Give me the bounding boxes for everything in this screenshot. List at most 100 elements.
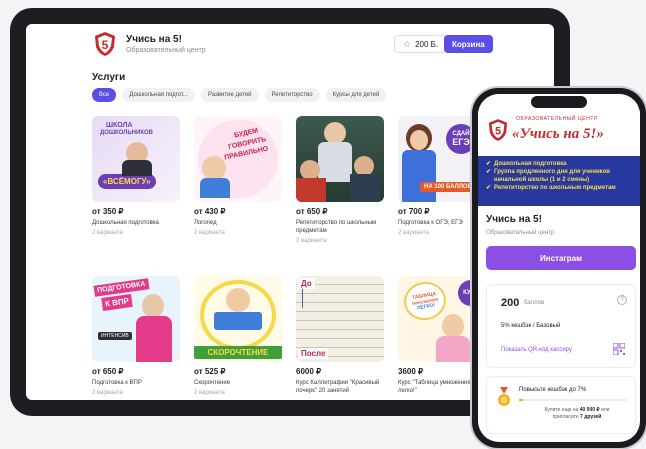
filter-chip-development[interactable]: Развитие детей	[201, 88, 259, 102]
image-label: ШКОЛА	[106, 122, 133, 129]
service-card[interactable]: До После 6000 ₽ Курс Каллиграфии "Красив…	[296, 276, 384, 395]
bonus-value: 200	[501, 297, 520, 309]
student-figure	[300, 160, 320, 180]
shield-logo-icon: 5	[95, 32, 115, 56]
banner-bullets: ✔ Дошкольная подготовка ✔ Группа продленно…	[486, 160, 636, 192]
phone-notch	[531, 96, 587, 108]
teacher-figure	[318, 142, 352, 182]
child-figure	[122, 160, 152, 176]
logo-text: 5	[495, 126, 501, 138]
service-image: ПОДГОТОВКА К ВПР ИНТЕНСИВ	[92, 276, 180, 362]
service-image: ШКОЛА ДОШКОЛЬНИКОВ «ВСЁМОГУ»	[92, 116, 180, 202]
org-subtitle: Образовательный центр	[126, 47, 206, 54]
card-price: 6000 ₽	[296, 367, 322, 376]
upgrade-conditions: Купите еще на 40 000 ₽ или пригласите 7 …	[544, 407, 610, 420]
show-qr-link[interactable]: Показать QR-код кассиру	[501, 347, 572, 353]
multiplication-badge: ТАБЛИЦА УМНОЖЕНИЯ ЛЕГКО!	[401, 278, 449, 324]
instagram-button[interactable]: Инстаграм	[486, 246, 636, 270]
card-variants: 2 варианта	[296, 238, 327, 244]
banner-bullet: ✔ Дошкольная подготовка	[486, 161, 567, 167]
filter-chip-preschool[interactable]: Дошкольная подгот...	[122, 88, 196, 102]
card-variants: 2 варианта	[92, 390, 123, 396]
upgrade-progress-fill	[519, 399, 524, 401]
section-title: Услуги	[92, 72, 126, 83]
child-figure	[442, 314, 464, 338]
medal-icon	[498, 387, 510, 406]
child-figure	[136, 316, 172, 362]
shield-logo-icon: 5	[488, 119, 508, 141]
filter-chip-all[interactable]: Все	[92, 88, 117, 102]
points-label: 200 Б.	[415, 39, 439, 49]
service-image: СКОРОЧТЕНИЕ	[194, 276, 282, 362]
card-name: Дошкольная подготовка	[92, 220, 159, 226]
header: 5 Учись на 5! Образовательный центр ☆ 20…	[26, 24, 554, 74]
image-label: НА 100 БАЛЛОВ	[420, 182, 476, 192]
service-card[interactable]: ШКОЛА ДОШКОЛЬНИКОВ «ВСЁМОГУ» от 350 ₽ До…	[92, 116, 180, 236]
promo-banner: 5 ОБРАЗОВАТЕЛЬНЫЙ ЦЕНТР «Учись на 5!» ✔ Д…	[478, 94, 640, 206]
banner-bullet: ✔ Репетиторство по школьным предметам	[486, 185, 616, 191]
service-image: До После	[296, 276, 384, 362]
student-figure	[410, 130, 428, 150]
star-icon: ☆	[403, 38, 412, 49]
phone-screen: 5 ОБРАЗОВАТЕЛЬНЫЙ ЦЕНТР «Учись на 5!» ✔ Д…	[478, 94, 640, 442]
points-button[interactable]: ☆ 200 Б.	[394, 35, 448, 53]
filter-chip-courses[interactable]: Курсы для детей	[325, 88, 387, 102]
check-icon: ✔	[486, 185, 492, 191]
card-variants: 2 варианта	[194, 390, 225, 396]
check-icon: ✔	[486, 161, 492, 167]
card-variants: 2 варианта	[92, 230, 123, 236]
books-figure	[214, 312, 262, 330]
image-label: ДОШКОЛЬНИКОВ	[100, 130, 153, 136]
bonus-unit: баллов	[524, 300, 545, 306]
child-figure	[142, 294, 164, 318]
image-label: СКОРОЧТЕНИЕ	[194, 346, 282, 359]
child-figure	[436, 336, 470, 362]
card-price: от 430 ₽	[194, 207, 226, 216]
image-label: К ВПР	[101, 293, 133, 312]
service-image	[296, 116, 384, 202]
bonus-card: 200 баллов ? 5% кешбэк / Базовый Показат…	[486, 284, 636, 368]
image-label: ИНТЕНСИВ	[98, 332, 132, 340]
image-label: ПОДГОТОВКА	[93, 278, 150, 297]
card-price: от 650 ₽	[296, 207, 328, 216]
card-name: Скорочтение	[194, 380, 231, 386]
banner-bullet: ✔ Группа продленного дня для учеников нач…	[486, 169, 610, 183]
filter-chips: Все Дошкольная подгот... Развитие детей …	[92, 88, 387, 102]
org-subtitle: Образовательный центр	[486, 230, 555, 236]
card-name: Логопед	[194, 220, 217, 226]
child-figure	[226, 288, 250, 312]
image-label: ЕГЭ	[452, 137, 470, 147]
cashback-upgrade-card: Повысьте кешбэк до 7% Купите еще на 40 0…	[486, 376, 636, 434]
filter-chip-tutoring[interactable]: Репетиторство	[264, 88, 320, 102]
child-figure	[202, 156, 226, 180]
image-label: «ВСЁМОГУ»	[98, 174, 156, 189]
cart-button[interactable]: Корзина	[444, 35, 493, 53]
banner-name: «Учись на 5!»	[512, 126, 604, 142]
service-image: БУДЕМ ГОВОРИТЬ ПРАВИЛЬНО	[194, 116, 282, 202]
service-card[interactable]: от 650 ₽ Репетиторство по школьным предм…	[296, 116, 384, 244]
student-figure	[350, 174, 380, 202]
card-variants: 2 варианта	[194, 230, 225, 236]
service-card[interactable]: ПОДГОТОВКА К ВПР ИНТЕНСИВ от 650 ₽ Подго…	[92, 276, 180, 396]
student-figure	[402, 150, 436, 202]
banner-org: ОБРАЗОВАТЕЛЬНЫЙ ЦЕНТР	[516, 116, 599, 122]
card-name: Репетиторство по школьным предметам	[296, 220, 377, 234]
check-icon: ✔	[486, 169, 492, 175]
upgrade-title: Повысьте кешбэк до 7%	[519, 387, 587, 393]
service-card[interactable]: БУДЕМ ГОВОРИТЬ ПРАВИЛЬНО от 430 ₽ Логопе…	[194, 116, 282, 236]
teacher-figure	[324, 122, 346, 144]
card-price: от 350 ₽	[92, 207, 124, 216]
service-card[interactable]: СКОРОЧТЕНИЕ от 525 ₽ Скорочтение 2 вариа…	[194, 276, 282, 396]
logo-text: 5	[102, 38, 109, 52]
org-title: Учись на 5!	[126, 34, 182, 45]
org-title: Учись на 5!	[486, 214, 542, 225]
card-price: от 650 ₽	[92, 367, 124, 376]
student-figure	[354, 156, 374, 176]
qr-code-icon[interactable]	[613, 343, 625, 355]
card-name: Курс Каллиграфии "Красивый почерк" 20 за…	[296, 380, 380, 394]
card-price: от 525 ₽	[194, 367, 226, 376]
image-label: После	[298, 348, 329, 359]
cashback-level: 5% кешбэк / Базовый	[501, 323, 561, 329]
info-icon[interactable]: ?	[617, 295, 627, 305]
student-figure	[296, 178, 326, 202]
